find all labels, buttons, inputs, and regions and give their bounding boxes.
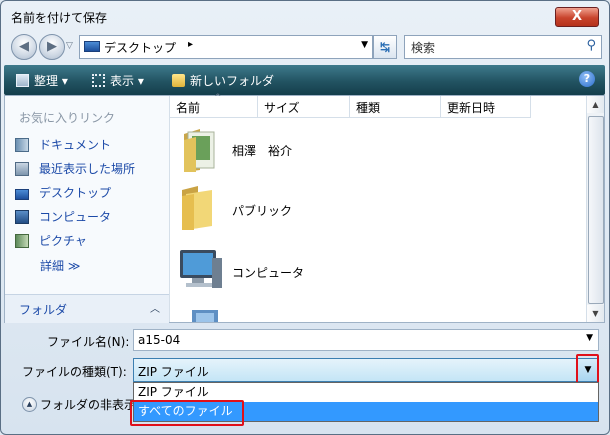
highlight-box-dropdown (576, 354, 599, 385)
organize-menu[interactable]: 整理 ▾ (16, 72, 68, 89)
user-folder-icon (184, 129, 215, 172)
column-label: 名前 (176, 101, 201, 115)
favorite-label: コンピュータ (39, 210, 112, 224)
filetype-label: ファイルの種類(T): (22, 365, 127, 379)
search-placeholder[interactable]: 検索 (411, 39, 435, 56)
address-location[interactable]: デスクトップ (104, 39, 176, 56)
column-label: サイズ (264, 101, 300, 115)
scroll-down-icon[interactable]: ▼ (587, 305, 604, 322)
recent-pages-dropdown-icon[interactable]: ▽ (66, 41, 73, 51)
network-icon (192, 310, 218, 322)
folders-toggle[interactable]: フォルダ ︿ (5, 294, 169, 323)
hide-folders-label: フォルダの非表示 (40, 398, 137, 412)
back-button[interactable]: ◀ (11, 34, 37, 60)
favorite-label: デスクトップ (39, 186, 112, 200)
address-bar[interactable]: デスクトップ ▸ ▼ (79, 35, 373, 59)
favorite-label: ピクチャ (39, 234, 87, 248)
filename-value[interactable]: a15-04 (138, 333, 180, 347)
window-title: 名前を付けて保存 (11, 11, 108, 25)
refresh-button[interactable]: ↹ (373, 35, 397, 59)
chevron-up-icon: ▲ (22, 397, 37, 412)
documents-icon (15, 138, 29, 152)
column-label: 種類 (356, 101, 381, 115)
highlight-box-all-files (130, 400, 244, 426)
favorite-item-pictures[interactable]: ピクチャ (15, 232, 87, 249)
views-menu[interactable]: 表示 ▾ (92, 72, 144, 89)
column-header-name[interactable]: 名前 ^ (170, 93, 258, 118)
chevron-up-icon: ︿ (150, 304, 160, 315)
navigation-pane: お気に入りリンク ドキュメント 最近表示した場所 デスクトップ コンピュータ ピ… (5, 96, 170, 323)
vertical-scrollbar[interactable]: ▲ ▼ (586, 96, 604, 322)
favorites-header: お気に入りリンク (19, 111, 116, 125)
help-icon[interactable]: ? (579, 71, 595, 87)
favorite-item-desktop[interactable]: デスクトップ (15, 184, 111, 201)
search-icon[interactable]: ⚲ (586, 38, 596, 53)
close-button[interactable]: X (555, 7, 599, 27)
filetype-value: ZIP ファイル (138, 365, 209, 379)
more-links[interactable]: 詳細 ≫ (40, 257, 80, 274)
command-toolbar: 整理 ▾ 表示 ▾ 新しいフォルダ ? (4, 65, 605, 95)
views-label: 表示 ▾ (110, 74, 144, 88)
new-folder-icon (172, 74, 185, 87)
list-item[interactable]: コンピュータ (178, 244, 328, 300)
forward-button[interactable]: ▶ (39, 34, 65, 60)
content-area: お気に入りリンク ドキュメント 最近表示した場所 デスクトップ コンピュータ ピ… (4, 93, 605, 323)
sort-ascending-icon: ^ (214, 93, 222, 103)
views-icon (92, 74, 105, 87)
file-list: 名前 ^ サイズ 種類 更新日時 相澤 裕介 パブリック コンピュータ ▲ ▼ (170, 93, 604, 322)
filetype-select[interactable]: ZIP ファイル ▼ (133, 358, 599, 382)
save-as-dialog: 名前を付けて保存 X ◀ ▶ ▽ デスクトップ ▸ ▼ ↹ 検索 ⚲ 整理 ▾ … (0, 0, 610, 435)
favorite-item-recent-places[interactable]: 最近表示した場所 (15, 160, 135, 177)
pictures-icon (15, 234, 29, 248)
search-box[interactable]: 検索 ⚲ (404, 35, 602, 59)
scroll-up-icon[interactable]: ▲ (587, 96, 604, 113)
column-header-modified[interactable]: 更新日時 (441, 96, 531, 118)
file-name: 相澤 裕介 (232, 144, 293, 158)
scroll-thumb[interactable] (588, 116, 604, 304)
filename-label: ファイル名(N): (47, 335, 130, 349)
file-name: コンピュータ (232, 266, 305, 280)
file-name: パブリック (232, 204, 293, 218)
computer-icon (15, 210, 29, 224)
new-folder-button[interactable]: 新しいフォルダ (172, 72, 274, 89)
computer-icon (180, 250, 222, 288)
address-dropdown-icon[interactable]: ▼ (361, 40, 368, 50)
desktop-icon (84, 41, 100, 52)
organize-icon (16, 74, 29, 87)
column-label: 更新日時 (447, 101, 496, 115)
favorite-item-computer[interactable]: コンピュータ (15, 208, 111, 225)
desktop-icon (15, 189, 29, 200)
favorite-label: 最近表示した場所 (39, 162, 136, 176)
filename-field[interactable]: a15-04 ▼ (133, 329, 599, 351)
favorite-label: ドキュメント (39, 138, 112, 152)
new-folder-label: 新しいフォルダ (190, 74, 275, 88)
breadcrumb-arrow-icon[interactable]: ▸ (188, 39, 193, 50)
list-item[interactable]: 相澤 裕介 (178, 126, 328, 182)
favorite-item-documents[interactable]: ドキュメント (15, 136, 111, 153)
title-bar: 名前を付けて保存 X (1, 1, 609, 31)
filename-dropdown-icon[interactable]: ▼ (586, 333, 593, 343)
folder-icon (182, 186, 212, 230)
recent-places-icon (15, 162, 29, 176)
navigation-row: ◀ ▶ ▽ デスクトップ ▸ ▼ ↹ 検索 ⚲ (1, 31, 609, 63)
column-header-type[interactable]: 種類 (350, 96, 441, 118)
list-item[interactable]: パブリック (178, 184, 328, 240)
folders-label: フォルダ (19, 303, 68, 317)
organize-label: 整理 ▾ (34, 74, 68, 88)
column-header-size[interactable]: サイズ (258, 96, 350, 118)
